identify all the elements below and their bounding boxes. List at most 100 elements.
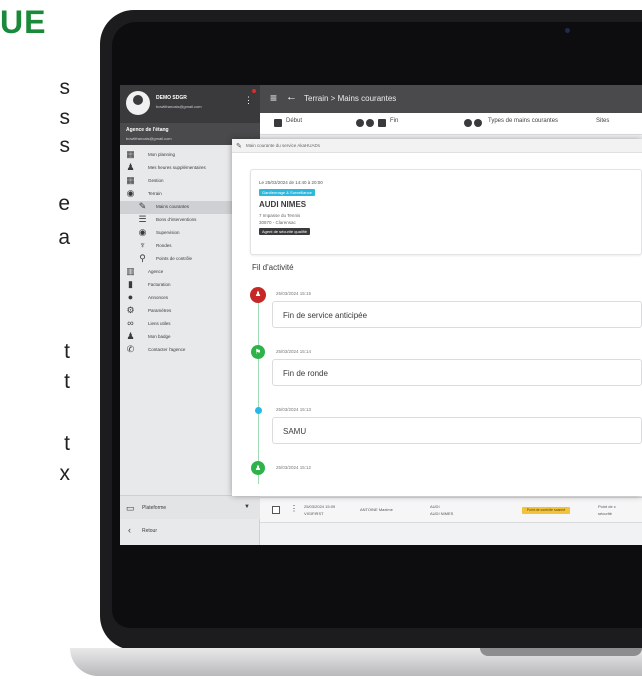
timeline-line	[258, 299, 259, 484]
gears-icon: ⚙	[126, 305, 135, 315]
sidebar-item-label: Bons d'interventions	[156, 217, 197, 222]
phone-icon: ✆	[126, 344, 135, 354]
route-icon: ♆	[139, 240, 146, 250]
sidebar-item-label: Annonces	[148, 295, 169, 300]
timeline-flag-icon: ⚑	[251, 345, 265, 359]
hamburger-menu-icon[interactable]: ≡	[270, 91, 277, 105]
timeline-user-icon: ♟	[250, 287, 266, 303]
profile-menu-icon[interactable]: ⋮	[244, 95, 253, 106]
event-card[interactable]: Fin de ronde	[272, 359, 642, 386]
terrain-icon: ◉	[126, 188, 135, 198]
user-profile[interactable]: DEMO SDGR bowtifrancais@gmail.com ⋮	[120, 85, 260, 123]
chat-icon: ●	[127, 292, 134, 302]
filter-bar: Début Fin Types de mains courantes Sites	[260, 113, 642, 135]
service-card: Le 25/03/2024 de 14:40 à 20:00 Gardienna…	[250, 169, 642, 255]
side-text-fragment: x	[59, 462, 71, 485]
sidebar-item-label: Facturation	[148, 282, 171, 287]
breadcrumb: Terrain > Mains courantes	[304, 94, 397, 103]
dialog-title: Main courante du service AkaHUADs	[246, 143, 321, 148]
user-name: DEMO SDGR	[156, 95, 187, 101]
dialog-header: ✎ Main courante du service AkaHUADs	[232, 139, 642, 153]
sidebar-item-label: Mon badge	[148, 334, 171, 339]
info-icon[interactable]	[366, 119, 374, 127]
sidebar-item-label: Agence	[148, 269, 164, 274]
sidebar-item-label: Mains courantes	[156, 204, 190, 209]
supervision-icon: ◉	[138, 227, 147, 237]
side-text-column: ssseatttx	[0, 0, 90, 679]
avatar-icon	[126, 91, 150, 115]
sidebar-item-label: Supervision	[156, 230, 180, 235]
row-agent: ANTOINE Maxime	[360, 507, 393, 512]
agency-email: bowtifrancais@gmail.com	[126, 136, 172, 141]
calendar-icon[interactable]	[274, 119, 282, 127]
service-type-badge: Gardiennage & Surveillance	[259, 189, 315, 196]
timeline-dot-icon	[255, 407, 262, 414]
table-row[interactable]: ⋮ 25/03/2024 15:09 VIGIFIRST ANTOINE Max…	[260, 497, 642, 523]
clear-icon[interactable]	[356, 119, 364, 127]
chevron-left-icon: ‹	[128, 525, 131, 535]
side-text-fragment: t	[64, 370, 70, 393]
badge-icon: ♟	[126, 331, 135, 341]
calendar-check-icon: ▦	[126, 175, 135, 185]
event-timestamp: 25/03/2024 15:14	[276, 349, 312, 354]
side-text-fragment: s	[59, 134, 71, 157]
sidebar-item-label: Points de contrôle	[156, 256, 193, 261]
row-menu-icon[interactable]: ⋮	[290, 504, 298, 513]
user-clock-icon: ♟	[126, 162, 135, 172]
status-badge: Point de contrôle scanné	[522, 507, 570, 514]
event-card[interactable]: Fin de service anticipée	[272, 301, 642, 328]
event-card[interactable]: SAMU	[272, 417, 642, 444]
event-label: Fin de ronde	[283, 369, 328, 378]
platform-selector[interactable]: ▭ Plateforme ▼	[120, 495, 260, 519]
agency-name: Agence de l'étang	[126, 127, 169, 133]
date-from-filter[interactable]: Début	[286, 118, 302, 124]
event-label: SAMU	[283, 427, 307, 436]
calendar-icon[interactable]	[378, 119, 386, 127]
sidebar-item-label: Contacter l'agence	[148, 347, 186, 352]
sidebar-item-label: Mon planning	[148, 152, 176, 157]
row-site: AUDI	[430, 504, 440, 509]
clear-icon[interactable]	[464, 119, 472, 127]
service-date: Le 25/03/2024 de 14:40 à 20:00	[259, 180, 323, 185]
top-bar: ≡ ← Terrain > Mains courantes	[260, 85, 642, 113]
document-icon: ▮	[128, 279, 133, 289]
webcam-icon	[565, 28, 570, 33]
sidebar-item-label: Liens utiles	[148, 321, 171, 326]
list-icon: ☰	[138, 214, 147, 224]
calendar-icon: ▦	[126, 149, 135, 159]
site-address-line2: 30870 - Clarensac	[259, 220, 296, 225]
type-filter[interactable]: Types de mains courantes	[488, 118, 558, 124]
edit-icon: ✎	[236, 143, 242, 150]
chevron-down-icon: ▼	[244, 504, 250, 510]
side-text-fragment: s	[59, 106, 71, 129]
laptop-base-notch	[480, 648, 642, 656]
row-company: VIGIFIRST	[304, 511, 324, 516]
row-checkbox[interactable]	[272, 506, 280, 514]
side-text-fragment: t	[64, 340, 70, 363]
side-text-fragment: s	[59, 76, 71, 99]
pen-icon: ✎	[138, 201, 147, 211]
date-to-filter[interactable]: Fin	[390, 118, 398, 124]
info-icon[interactable]	[474, 119, 482, 127]
site-address-line1: 7 Impasse du Tennis	[259, 213, 301, 218]
platform-label: Plateforme	[142, 505, 167, 511]
activity-feed-title: Fil d'activité	[252, 263, 294, 272]
event-timestamp: 25/03/2024 15:15	[276, 291, 312, 296]
sites-filter[interactable]: Sites	[596, 118, 609, 124]
event-label: Fin de service anticipée	[283, 311, 368, 320]
sidebar-item-label: Paramètres	[148, 308, 172, 313]
arrow-left-icon[interactable]: ←	[286, 91, 297, 103]
row-site-name: AUDI NIMES	[430, 511, 454, 516]
row-date: 25/03/2024 15:09	[304, 504, 336, 509]
building-icon: ▥	[126, 266, 135, 276]
timeline-user-icon: ♟	[251, 461, 265, 475]
notification-dot-icon	[252, 89, 256, 93]
back-label: Retour	[142, 528, 158, 534]
app-screen: DEMO SDGR bowtifrancais@gmail.com ⋮ Agen…	[120, 85, 642, 545]
back-button[interactable]: ‹ Retour	[120, 521, 260, 541]
side-text-fragment: a	[58, 226, 70, 249]
location-pin-icon: ⚲	[139, 253, 146, 263]
user-email: bowtifrancais@gmail.com	[156, 104, 202, 109]
page: UE ssseatttx DEMO SDGR bowtifrancais@gma…	[0, 0, 642, 679]
sidebar-item-label: Rondes	[156, 243, 172, 248]
